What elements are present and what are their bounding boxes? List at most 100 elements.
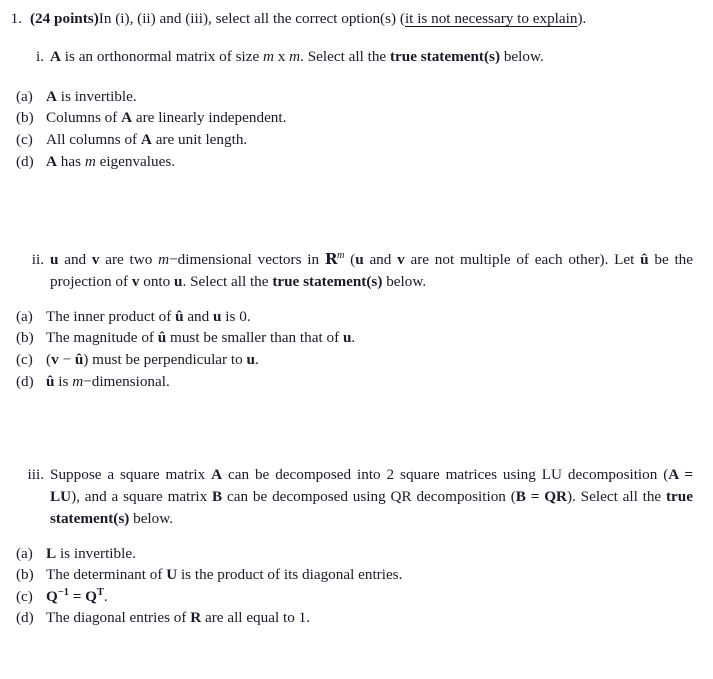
option-row[interactable]: (d) The diagonal entries of R are all equ… [16,607,713,629]
bold-symbol: A [46,152,57,170]
option-text: The magnitude of û must be smaller than … [46,329,355,346]
question-number: 1. [10,10,22,27]
var-m-3: m [158,251,170,269]
plain-text: is invertible. [56,544,136,562]
italic-variable: m [84,152,96,170]
italic-variable: m [72,372,84,390]
option-row[interactable]: (a) L is invertible. [16,543,713,565]
equation-B-QR: B = QR [515,487,567,505]
plain-text: is invertible. [56,87,137,105]
plain-text: has [56,152,85,170]
vector-uhat-symbol-1: û [640,251,649,269]
option-text: A has m eigenvalues. [46,153,175,170]
subpart-i-text-3: below. [500,48,544,65]
option-text: The inner product of û and u is 0. [46,308,251,325]
plain-text: are all equal to 1. [201,609,310,627]
option-row[interactable]: (b) The magnitude of û must be smaller th… [16,327,713,349]
option-label: (c) [16,350,33,368]
bold-symbol: L [46,544,57,562]
subpart-iii-text-2: can be decomposed into 2 square matrices… [222,466,669,484]
option-label: (a) [16,544,33,562]
subpart-i-text-2: . Select all the [300,48,390,65]
bold-symbol: v [51,350,59,368]
matrix-B-symbol: B [212,487,223,505]
option-row[interactable]: (d) A has m eigenvalues. [16,151,713,173]
question-stem: (24 points)In (i), (ii) and (iii), selec… [30,9,713,29]
option-label: (b) [16,329,34,347]
option-row[interactable]: (c) Q−1 = QT. [16,586,713,608]
subpart-list-i: i. A is an orthonormal matrix of size m … [0,46,713,68]
subpart-ii-text-9: . Select all the [182,272,273,290]
option-text: The diagonal entries of R are all equal … [46,609,310,626]
subpart-iii-text-6: below. [129,509,174,527]
options-list-ii: (a) The inner product of û and u is 0. (b)… [16,306,713,392]
option-row[interactable]: (d) û is m−dimensional. [16,371,713,393]
option-text: The determinant of U is the product of i… [46,566,402,583]
subpart-i-numeral: i. [35,48,44,65]
option-label: (a) [16,307,33,325]
subpart-list-ii: ii. u and v are two m−dimensional vector… [0,249,713,293]
plain-text: All columns of [46,130,141,148]
bold-symbol: û [74,350,84,368]
plain-text: The determinant of [46,566,167,584]
options-list-i: (a) A is invertible. (b) Columns of A are l… [16,86,713,172]
plain-text: is 0. [221,307,251,325]
superscript: −1 [57,586,69,598]
question-1: 1. (24 points)In (i), (ii) and (iii), se… [0,9,713,29]
subpart-iii-text-1: Suppose a square matrix [50,466,212,484]
plain-text: Columns of [46,109,122,127]
bold-symbol: = [68,587,86,605]
option-row[interactable]: (c) All columns of A are unit length. [16,129,713,151]
option-label: (d) [16,609,34,627]
subpart-iii: iii. Suppose a square matrix A can be de… [22,464,713,529]
option-label: (d) [16,372,34,390]
plain-text: . [351,329,356,347]
option-text: A is invertible. [46,88,137,105]
subpart-iii-numeral: iii. [27,466,44,484]
option-text: Columns of A are linearly independent. [46,109,286,126]
option-row[interactable]: (c) (v − û) must be perpendicular to u. [16,349,713,371]
option-label: (b) [16,109,34,127]
plain-text: must be smaller than that of [166,329,343,347]
matrix-A-symbol: A [50,48,61,65]
option-label: (b) [16,566,34,584]
plain-text: is the product of its diagonal entries. [177,566,403,584]
true-statements-emphasis-i: true statement(s) [389,48,501,65]
option-row[interactable]: (a) The inner product of û and u is 0. [16,306,713,328]
blackboard-R-icon: R [324,250,338,269]
bold-symbol: A [46,87,57,105]
subpart-ii-text-4: ( [344,251,356,269]
bold-symbol: û [175,307,184,325]
bold-symbol: u [213,307,222,325]
bold-symbol: R [190,609,202,627]
option-text: Q−1 = QT. [46,586,108,605]
bold-symbol: û [157,329,167,347]
option-text: û is m−dimensional. [46,373,170,390]
subpart-ii-text-5: and [363,251,398,269]
superscript: T [96,586,104,598]
plain-text: and [183,307,214,325]
plain-text: is [54,372,73,390]
var-m-1: m [263,48,274,65]
option-row[interactable]: (a) A is invertible. [16,86,713,108]
plain-text: . [254,350,259,368]
points-label: (24 points) [30,10,99,27]
question-stem-after: ). [577,10,587,27]
option-row[interactable]: (b) Columns of A are linearly independent… [16,107,713,129]
subpart-i: i. A is an orthonormal matrix of size m … [22,46,713,68]
plain-text: The diagonal entries of [46,609,191,627]
option-row[interactable]: (b) The determinant of U is the product o… [16,564,713,586]
subpart-ii-text-1: and [58,251,92,269]
subpart-ii-text-6: are not multiple of each other). Let [404,251,641,269]
subpart-i-times: x [273,48,290,65]
plain-text: The magnitude of [46,329,158,347]
matrix-A-symbol-2: A [211,466,223,484]
subpart-iii-text-3: ), and a square matrix [71,487,213,505]
subpart-i-text-1: is an orthonormal matrix of size [60,48,263,65]
subpart-iii-stem: Suppose a square matrix A can be decompo… [50,464,713,529]
option-text: All columns of A are unit length. [46,131,247,148]
